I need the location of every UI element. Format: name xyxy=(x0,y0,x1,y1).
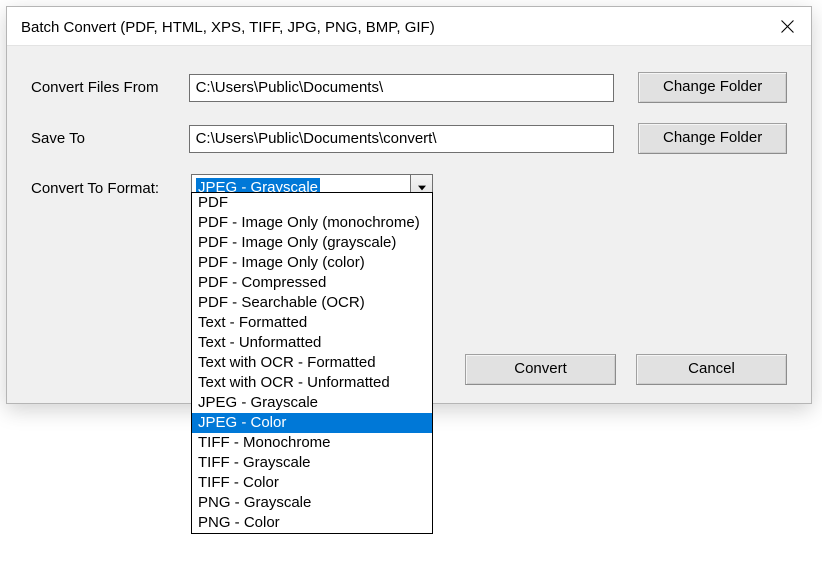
format-option[interactable]: Text - Unformatted xyxy=(192,333,432,353)
change-folder-from-button[interactable]: Change Folder xyxy=(638,72,787,103)
format-option[interactable]: PDF xyxy=(192,193,432,213)
format-option[interactable]: PDF - Image Only (color) xyxy=(192,253,432,273)
format-option[interactable]: TIFF - Color xyxy=(192,473,432,493)
titlebar: Batch Convert (PDF, HTML, XPS, TIFF, JPG… xyxy=(7,7,811,45)
row-convert-from: Convert Files From C:\Users\Public\Docum… xyxy=(31,72,787,103)
format-option[interactable]: PNG - Grayscale xyxy=(192,493,432,513)
convert-from-value: C:\Users\Public\Documents\ xyxy=(196,77,384,99)
format-option[interactable]: TIFF - Grayscale xyxy=(192,453,432,473)
save-to-input[interactable]: C:\Users\Public\Documents\convert\ xyxy=(189,125,615,153)
format-option[interactable]: TIFF - Monochrome xyxy=(192,433,432,453)
dialog-window: Batch Convert (PDF, HTML, XPS, TIFF, JPG… xyxy=(6,6,812,404)
action-buttons: Convert Cancel xyxy=(465,354,787,385)
format-option[interactable]: PDF - Image Only (monochrome) xyxy=(192,213,432,233)
format-option[interactable]: Text with OCR - Formatted xyxy=(192,353,432,373)
format-option[interactable]: PDF - Image Only (grayscale) xyxy=(192,233,432,253)
label-format: Convert To Format: xyxy=(31,180,191,197)
client-area: Convert Files From C:\Users\Public\Docum… xyxy=(7,45,811,403)
format-option[interactable]: PNG - Color xyxy=(192,513,432,533)
save-to-value: C:\Users\Public\Documents\convert\ xyxy=(196,128,437,150)
format-option[interactable]: JPEG - Grayscale xyxy=(192,393,432,413)
close-icon xyxy=(781,20,794,33)
chevron-down-icon xyxy=(418,185,426,191)
format-option[interactable]: Text - Formatted xyxy=(192,313,432,333)
close-button[interactable] xyxy=(765,8,809,44)
convert-from-input[interactable]: C:\Users\Public\Documents\ xyxy=(189,74,615,102)
convert-button[interactable]: Convert xyxy=(465,354,616,385)
format-option[interactable]: JPEG - Color xyxy=(192,413,432,433)
format-dropdown[interactable]: PDFPDF - Image Only (monochrome)PDF - Im… xyxy=(191,192,433,534)
change-folder-to-button[interactable]: Change Folder xyxy=(638,123,787,154)
format-option[interactable]: PDF - Compressed xyxy=(192,273,432,293)
row-save-to: Save To C:\Users\Public\Documents\conver… xyxy=(31,123,787,154)
format-option[interactable]: PDF - Searchable (OCR) xyxy=(192,293,432,313)
label-save-to: Save To xyxy=(31,130,189,147)
format-option[interactable]: Text with OCR - Unformatted xyxy=(192,373,432,393)
label-convert-from: Convert Files From xyxy=(31,79,189,96)
cancel-button[interactable]: Cancel xyxy=(636,354,787,385)
window-title: Batch Convert (PDF, HTML, XPS, TIFF, JPG… xyxy=(21,17,435,36)
